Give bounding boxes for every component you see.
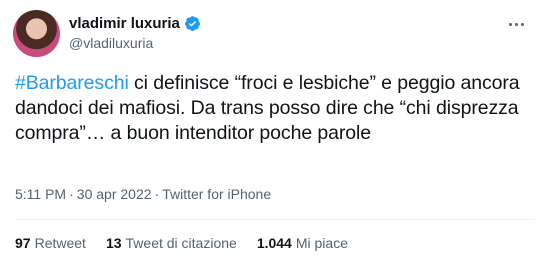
meta-separator: · <box>69 186 74 202</box>
dot <box>514 22 518 26</box>
tweet-text: #Barbareschi ci definisce “froci e lesbi… <box>15 71 525 146</box>
retweets-count: 97 <box>15 235 31 251</box>
hashtag-link[interactable]: #Barbareschi <box>15 72 129 94</box>
more-options-icon[interactable] <box>504 14 528 34</box>
meta-separator: · <box>154 186 160 202</box>
dot <box>508 22 512 26</box>
retweets-stat[interactable]: 97 Retweet <box>15 235 86 251</box>
display-name[interactable]: vladimir luxuria <box>69 15 180 32</box>
tweet-time[interactable]: 5:11 PM <box>15 186 66 202</box>
divider <box>15 219 535 220</box>
tweet-date[interactable]: 30 apr 2022 <box>77 186 152 202</box>
tweet-card: vladimir luxuria @vladiluxuria #Barbares… <box>0 0 550 270</box>
user-handle[interactable]: @vladiluxuria <box>69 35 201 51</box>
engagement-stats: 97 Retweet 13 Tweet di citazione 1.044 Mi p… <box>15 235 348 251</box>
tweet-source[interactable]: Twitter for iPhone <box>162 186 271 202</box>
tweet-meta: 5:11 PM · 30 apr 2022 · Twitter for iPhone <box>15 186 271 202</box>
avatar[interactable] <box>13 10 60 57</box>
likes-count: 1.044 <box>256 235 292 251</box>
verified-badge-icon <box>184 15 200 31</box>
likes-stat[interactable]: 1.044 Mi piace <box>257 235 348 251</box>
quotes-label: Tweet di citazione <box>125 235 237 251</box>
quotes-stat[interactable]: 13 Tweet di citazione <box>106 235 237 251</box>
retweets-label: Retweet <box>34 235 86 251</box>
dot <box>520 22 524 26</box>
likes-label: Mi piace <box>295 235 348 251</box>
author-block: vladimir luxuria @vladiluxuria <box>69 13 201 51</box>
name-row: vladimir luxuria <box>69 13 201 33</box>
quotes-count: 13 <box>105 235 122 251</box>
